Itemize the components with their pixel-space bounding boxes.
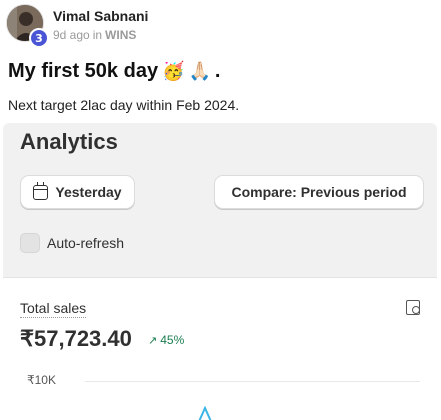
- gridline: [85, 381, 420, 382]
- post-title-text: My first 50k day: [8, 60, 159, 82]
- total-sales-card: Total sales ₹57,723.40 ↗ 45% ₹10K: [3, 277, 437, 420]
- post-category[interactable]: WINS: [105, 28, 136, 42]
- attached-screenshot[interactable]: Analytics Yesterday Compare: Previous pe…: [3, 123, 437, 420]
- level-badge: 3: [29, 28, 49, 48]
- post-body: Next target 2lac day within Feb 2024.: [8, 97, 240, 113]
- post-title-period: .: [214, 60, 221, 82]
- analytics-title: Analytics: [20, 129, 118, 154]
- auto-refresh-checkbox[interactable]: [20, 233, 40, 253]
- post-time: 9d ago: [53, 28, 90, 42]
- party-face-emoji: 🥳: [162, 61, 185, 82]
- sales-change: ↗ 45%: [148, 333, 184, 347]
- arrow-up-right-icon: ↗: [148, 333, 158, 347]
- praying-hands-emoji: 🙏🏻: [188, 61, 211, 82]
- auto-refresh-label: Auto-refresh: [47, 235, 125, 251]
- compare-button[interactable]: Compare: Previous period: [214, 175, 424, 209]
- auto-refresh-toggle[interactable]: Auto-refresh: [20, 233, 124, 253]
- report-search-icon[interactable]: [406, 300, 420, 315]
- total-sales-value: ₹57,723.40: [20, 326, 132, 351]
- calendar-icon: [33, 181, 49, 200]
- date-range-label: Yesterday: [55, 184, 122, 200]
- sales-change-value: 45%: [160, 333, 185, 347]
- post-title: My first 50k day 🥳 🙏🏻 .: [8, 60, 220, 83]
- y-axis-tick: ₹10K: [27, 373, 56, 387]
- total-sales-label[interactable]: Total sales: [20, 300, 87, 318]
- post-meta: 9d ago in WINS: [53, 28, 136, 42]
- sales-line-peak: [198, 406, 212, 420]
- author-name[interactable]: Vimal Sabnani: [53, 8, 148, 24]
- post-in-word: in: [92, 28, 103, 42]
- author-avatar-group[interactable]: 3: [6, 4, 49, 48]
- compare-label: Compare: Previous period: [231, 184, 407, 200]
- date-range-button[interactable]: Yesterday: [20, 175, 135, 209]
